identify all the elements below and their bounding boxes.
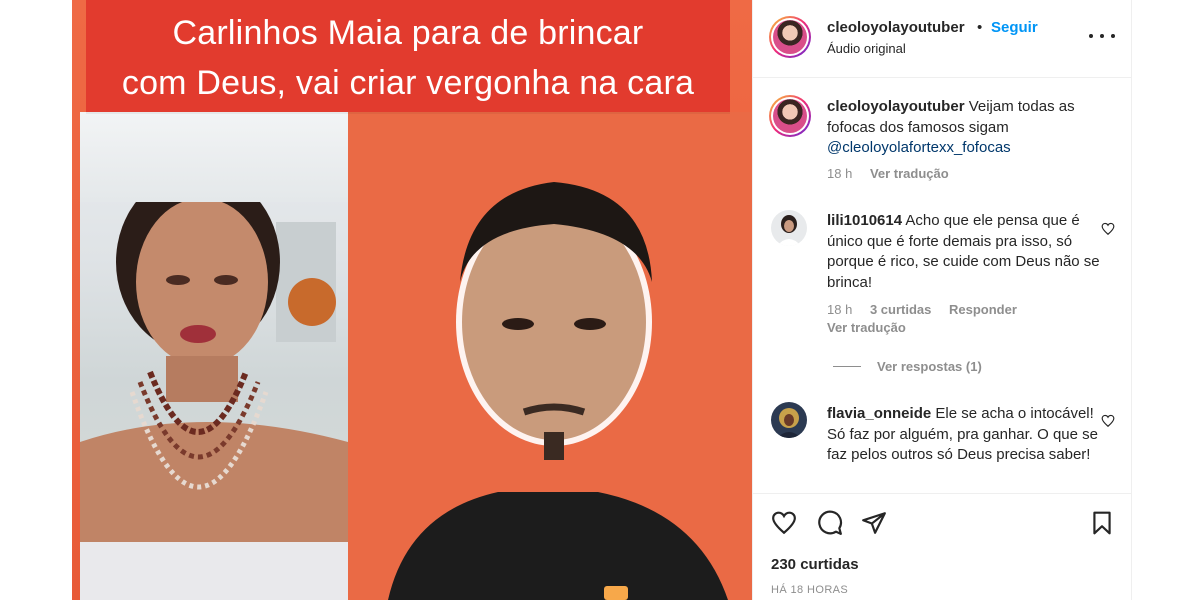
page-margin-right <box>1132 0 1200 600</box>
more-icon[interactable] <box>1089 26 1115 46</box>
comment-likes[interactable]: 3 curtidas <box>870 302 931 317</box>
comment-text-block: lili1010614 Acho que ele pensa que é úni… <box>827 211 1107 293</box>
caption-mention[interactable]: @cleoloyolafortexx_fofocas <box>827 139 1011 156</box>
caption-text-block: cleoloyolayoutuber Veijam todas as fofoc… <box>827 97 1107 159</box>
post-sidebar: cleoloyolayoutuber • Seguir Áudio origin… <box>752 0 1133 600</box>
view-replies-label: Ver respostas (1) <box>877 359 982 374</box>
title-line-1: Carlinhos Maia para de brincar <box>172 14 644 52</box>
post-header: cleoloyolayoutuber • Seguir Áudio origin… <box>753 0 1133 78</box>
caption-translate[interactable]: Ver tradução <box>870 166 949 181</box>
bookmark-icon[interactable] <box>1089 510 1115 536</box>
page-margin-left <box>0 0 72 600</box>
caption-username[interactable]: cleoloyolayoutuber <box>827 98 965 115</box>
title-banner: Carlinhos Maia para de brincar com Deus,… <box>86 0 730 112</box>
post-media[interactable]: Carlinhos Maia para de brincar com Deus,… <box>72 0 752 600</box>
follow-button[interactable]: Seguir <box>991 19 1038 36</box>
comments-list[interactable]: cleoloyolayoutuber Veijam todas as fofoc… <box>753 79 1133 493</box>
avatar[interactable] <box>771 402 807 438</box>
woman-photo <box>80 112 348 600</box>
caption-time: 18 h <box>827 166 853 181</box>
comment-username[interactable]: flavia_onneide <box>827 405 931 422</box>
share-icon[interactable] <box>861 510 887 536</box>
man-photo <box>348 112 752 600</box>
comment-time: 18 h <box>827 302 853 317</box>
audio-label[interactable]: Áudio original <box>827 41 906 56</box>
post-actions: 230 curtidas HÁ 18 HORAS <box>753 493 1133 600</box>
likes-count[interactable]: 230 curtidas <box>771 556 859 573</box>
heart-icon[interactable] <box>1101 414 1115 428</box>
avatar[interactable] <box>771 210 807 246</box>
title-line-2: com Deus, vai criar vergonha na cara <box>121 64 695 102</box>
comment-text-block: flavia_onneide Ele se acha o intocável! … <box>827 404 1107 466</box>
post-time: HÁ 18 HORAS <box>771 584 849 596</box>
comment-icon[interactable] <box>817 510 843 536</box>
man-illustration <box>348 112 752 600</box>
comment-username[interactable]: lili1010614 <box>827 212 902 229</box>
caption-meta: 18 h Ver tradução <box>827 166 963 181</box>
heart-icon[interactable] <box>1101 222 1115 236</box>
caption-avatar[interactable] <box>769 95 811 137</box>
heart-icon[interactable] <box>771 510 797 536</box>
header-username[interactable]: cleoloyolayoutuber <box>827 19 965 36</box>
reply-button[interactable]: Responder <box>949 302 1017 317</box>
comment-meta: 18 h 3 curtidas Responder <box>827 302 1031 317</box>
avatar[interactable] <box>769 16 811 58</box>
comment-translate[interactable]: Ver tradução <box>827 320 906 335</box>
instagram-post-page: Carlinhos Maia para de brincar com Deus,… <box>0 0 1200 600</box>
header-separator: • <box>977 19 983 36</box>
view-replies-button[interactable]: Ver respostas (1) <box>833 359 982 374</box>
